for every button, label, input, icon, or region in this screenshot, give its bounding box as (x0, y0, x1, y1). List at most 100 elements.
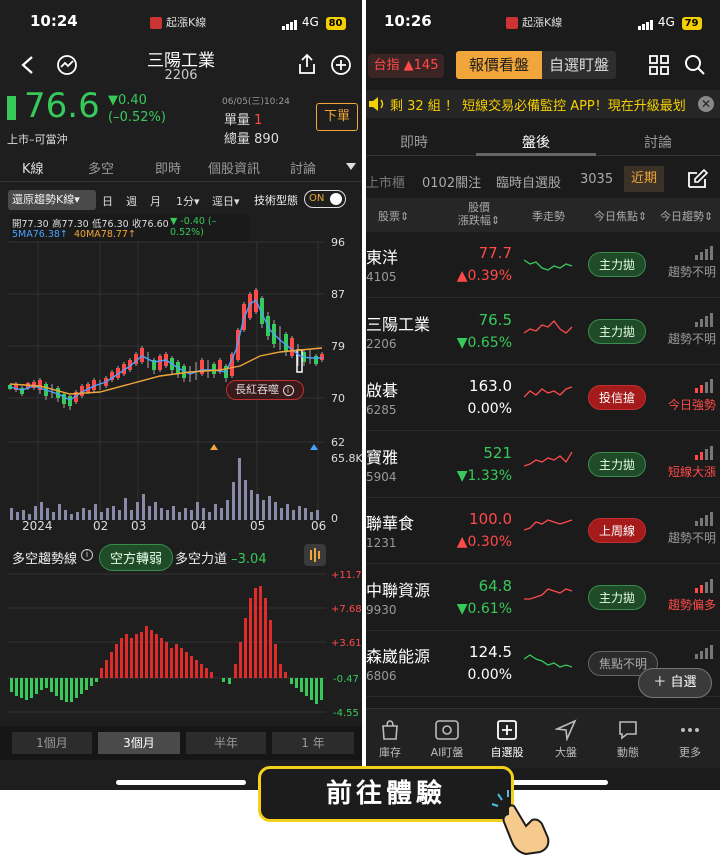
add-square-icon (497, 720, 517, 740)
trend-title: 多空趨勢線 (12, 552, 78, 567)
tab-quotes[interactable]: 報價看盤 (456, 51, 542, 79)
add-watchlist-button[interactable]: ＋ 自選 (638, 668, 712, 698)
table-row[interactable]: 東洋 4105 77.7 ▲0.39% 主力拋 趨勢不明 (366, 232, 720, 298)
period-week[interactable]: 週 (126, 193, 137, 209)
engulfing-candle-marker (296, 349, 303, 373)
add-circle-icon[interactable] (330, 54, 352, 76)
range-1m-button[interactable]: 1個月 (12, 732, 92, 754)
restore-kline-select[interactable]: 還原趨勢K線▾ (8, 190, 96, 210)
col-stock[interactable]: 股票⇕ (378, 208, 409, 224)
trend-bars-icon (695, 379, 713, 393)
active-tab-underline (476, 153, 596, 156)
filter-3035[interactable]: 3035 (580, 172, 613, 187)
trend-oscillator-chart[interactable]: +11.76 +7.68 +3.61 -0.47 -4.55 (0, 568, 362, 718)
battery-level: 79 (681, 17, 702, 30)
try-now-button[interactable]: 前往體驗 (258, 766, 514, 822)
indicator-settings-icon[interactable] (304, 544, 326, 566)
range-6m-button[interactable]: 半年 (186, 732, 266, 754)
col-price[interactable]: 股價 漲跌幅⇕ (452, 201, 506, 227)
edit-icon[interactable] (686, 168, 708, 190)
share-icon[interactable] (296, 53, 318, 75)
pattern-toggle[interactable]: ON (304, 190, 346, 208)
order-button[interactable]: 下單 (316, 103, 358, 131)
stock-price: 64.8 (478, 576, 512, 595)
stock-change: ▼0.61% (456, 600, 512, 617)
period-day[interactable]: 日 (102, 193, 113, 209)
x-axis-2024: 2024 (22, 519, 53, 532)
stock-price: 77.7 (478, 244, 512, 262)
day-selector[interactable]: 逕日▾ (212, 193, 240, 209)
info-icon[interactable]: i (81, 549, 93, 561)
trend-label: 趨勢不明 (667, 331, 716, 346)
filter-listed[interactable]: 上市櫃 (366, 172, 405, 191)
signal-indicator: 4G 80 (282, 15, 346, 30)
index-badge[interactable]: 台指 ▲145 (368, 54, 444, 78)
close-icon[interactable]: ✕ (698, 96, 714, 112)
range-1y-button[interactable]: 1 年 (272, 732, 354, 754)
tab-stock-info[interactable]: 個股資訊 (208, 158, 260, 177)
table-row[interactable]: 寶雅 5904 521 ▼1.33% 主力拋 短線大漲 (366, 432, 720, 498)
eye-icon (435, 720, 459, 740)
chat-icon (619, 721, 637, 740)
table-row[interactable]: 中聯資源 9930 64.8 ▼0.61% 主力拋 趨勢偏多 (366, 565, 720, 631)
range-3m-button[interactable]: 3個月 (98, 732, 180, 754)
tab-after-hours[interactable]: 盤後 (522, 132, 550, 152)
focus-badge[interactable]: 主力拋 (588, 252, 647, 277)
col-today-trend[interactable]: 今日趨勢⇕ (660, 208, 713, 224)
speaker-icon (369, 97, 384, 111)
tab-watchlist-monitor[interactable]: 自選盯盤 (542, 51, 616, 79)
focus-badge[interactable]: 主力拋 (588, 584, 647, 610)
tab-ai-monitor[interactable]: AI盯盤 (424, 719, 470, 760)
period-month[interactable]: 月 (150, 193, 161, 209)
tab-bull-bear[interactable]: 多空 (88, 158, 114, 177)
pattern-tag[interactable]: 長紅吞噬 i (226, 380, 304, 400)
battery-level: 80 (325, 17, 346, 30)
quarter-sparkline (524, 259, 573, 271)
table-row[interactable]: 啟碁 6285 163.0 0.00% 投信搶 今日強勢 (366, 365, 720, 431)
app-logo-icon (506, 17, 518, 29)
focus-badge[interactable]: 主力拋 (588, 318, 647, 344)
tab-more[interactable]: 更多 (670, 719, 710, 760)
tab-feed[interactable]: 動態 (608, 719, 648, 760)
toggle-knob (330, 193, 342, 205)
table-row[interactable]: 聯華食 1231 100.0 ▲0.30% 上周線 趨勢不明 (366, 498, 720, 564)
tab-realtime[interactable]: 即時 (400, 132, 428, 152)
tab-inventory[interactable]: 庫存 (370, 719, 410, 760)
col-today-focus[interactable]: 今日焦點⇕ (594, 208, 647, 224)
filter-temp[interactable]: 臨時自選股 (496, 172, 561, 191)
tab-kline[interactable]: K線 (22, 158, 44, 177)
status-time: 10:24 (30, 12, 78, 30)
filter-watch[interactable]: 0102關注 (422, 172, 481, 191)
toggle-label: ON (309, 193, 325, 204)
tabs-dropdown-icon[interactable] (346, 163, 356, 171)
focus-badge[interactable]: 投信搶 (588, 385, 647, 410)
trend-label: 短線大漲 (667, 464, 716, 479)
tab-my-stocks[interactable]: 自選股 (484, 719, 530, 760)
trend-indicator: 短線大漲 (667, 445, 716, 480)
promo-banner[interactable]: 剩 32 組 ！ 短線交易必備監控 APP！現在升級最划 ✕ (366, 90, 720, 118)
x-axis-03: 03 (131, 519, 146, 532)
filter-recent[interactable]: 近期 (624, 166, 664, 192)
search-icon[interactable] (684, 54, 706, 76)
kline-chart[interactable]: 96 87 79 70 62 65.8K 0 2024 02 03 04 05 … (0, 232, 362, 532)
table-header: 股票⇕ 股價 漲跌幅⇕ 季走勢 今日焦點⇕ 今日趨勢⇕ (366, 198, 720, 232)
stock-code: 6285 (366, 403, 397, 417)
navigation-icon (553, 719, 577, 743)
tab-realtime[interactable]: 即時 (155, 158, 181, 177)
price-axis-79: 79 (331, 340, 345, 353)
trend-bars-icon (695, 578, 713, 593)
signal-marker-icon (310, 444, 318, 450)
focus-badge[interactable]: 主力拋 (588, 451, 647, 477)
vol-axis-max: 65.8K (331, 452, 362, 465)
status-bar: 10:24 起漲K線 4G 80 (0, 0, 362, 44)
tab-discussion[interactable]: 討論 (290, 158, 316, 177)
tab-market[interactable]: 大盤 (546, 719, 586, 760)
period-minute[interactable]: 1分▾ (176, 193, 200, 209)
focus-badge[interactable]: 上周線 (588, 518, 647, 543)
grid-icon[interactable] (648, 54, 670, 76)
x-axis-05: 05 (250, 519, 265, 532)
table-row[interactable]: 三陽工業 2206 76.5 ▼0.65% 主力拋 趨勢不明 (366, 299, 720, 365)
range-bar: 1個月 3個月 半年 1 年 (0, 726, 362, 760)
vol-axis-zero: 0 (331, 512, 338, 525)
tab-discussion[interactable]: 討論 (644, 132, 672, 152)
